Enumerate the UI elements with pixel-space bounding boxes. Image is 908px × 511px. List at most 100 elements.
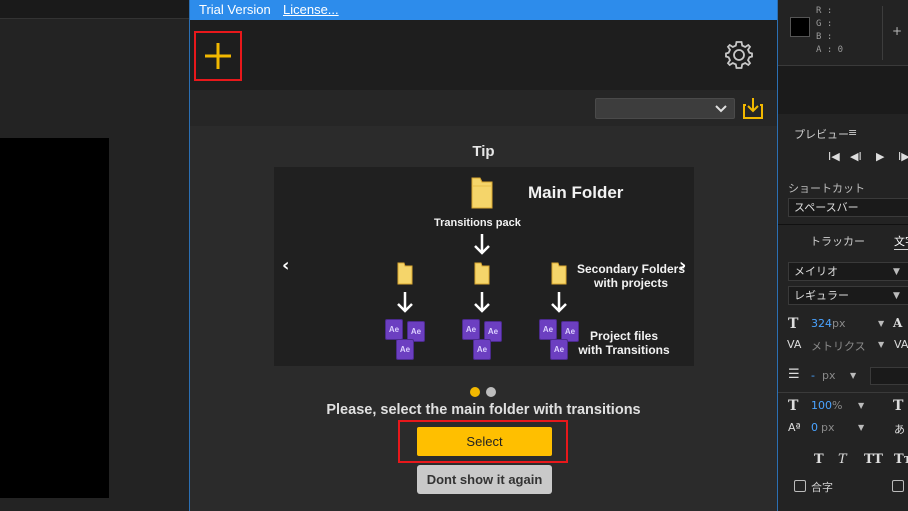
tip-title: Tip: [472, 143, 495, 160]
kerning-value[interactable]: メトリクス: [811, 338, 866, 354]
panel-menu-icon[interactable]: ≡: [848, 126, 857, 139]
empty-panel: [778, 66, 908, 114]
play-button[interactable]: ▶: [876, 150, 884, 163]
font-style-dropdown[interactable]: レギュラー ▼: [788, 286, 908, 305]
faux-italic-button[interactable]: T: [838, 452, 847, 467]
baseline-shift-icon: Aª: [788, 421, 801, 434]
ae-project-stack: Ae Ae Ae: [385, 319, 429, 363]
right-panels: R : G : B : A : 0 + プレビュー ≡ I◀ ◀I ▶ I▶ シ…: [778, 0, 908, 511]
divider: [778, 224, 908, 225]
tab-tracker[interactable]: トラッカー: [810, 233, 865, 249]
divider: [882, 6, 883, 60]
all-caps-button[interactable]: TT: [864, 452, 883, 467]
chevron-down-icon: ▼: [893, 267, 900, 277]
vertical-scale-icon: T: [788, 398, 799, 414]
leading-icon: A: [893, 316, 903, 330]
chevron-down-icon: ▼: [878, 340, 885, 349]
project-files-label: Project files with Transitions: [574, 329, 674, 357]
previous-frame-button[interactable]: ◀I: [850, 150, 862, 163]
tab-character[interactable]: 文字: [894, 233, 908, 250]
font-style-value: レギュラー: [794, 289, 849, 302]
trial-version-label[interactable]: Trial Version: [199, 2, 271, 17]
info-plus: +: [892, 24, 903, 38]
shortcut-dropdown[interactable]: スペースバー: [788, 198, 908, 217]
license-link[interactable]: License...: [283, 2, 339, 17]
folder-icon: [397, 262, 413, 285]
arrow-down-icon: [474, 292, 490, 313]
next-frame-button[interactable]: I▶: [898, 150, 908, 163]
plugin-toolbar: [190, 90, 777, 126]
chevron-down-icon: ▼: [878, 319, 885, 328]
chevron-down-icon: ▼: [893, 291, 900, 301]
project-line1: Project files: [589, 329, 659, 343]
stroke-style-dropdown[interactable]: [870, 367, 908, 385]
text-style-buttons: T T TT Tт: [814, 452, 908, 470]
preview-panel-title: プレビュー: [794, 128, 849, 141]
carousel-dot-active[interactable]: [470, 387, 480, 397]
main-folder-label: Main Folder: [528, 183, 624, 202]
kerning-icon: VA: [787, 338, 802, 351]
faux-bold-button[interactable]: T: [814, 452, 824, 467]
carousel-dot[interactable]: [486, 387, 496, 397]
tip-slide: Main Folder Transitions pack Secondary F…: [274, 167, 694, 366]
tip-section: Tip Main Folder Transitions pack Seconda…: [190, 126, 777, 511]
vertical-scale-value[interactable]: 100: [811, 399, 832, 412]
folder-icon: [474, 262, 490, 285]
baseline-shift-value[interactable]: 0: [811, 421, 818, 434]
arrow-down-icon: [474, 234, 490, 255]
plugin-header: [190, 20, 777, 90]
import-button[interactable]: [742, 96, 764, 120]
dont-show-again-button[interactable]: Dont show it again: [417, 465, 552, 494]
import-icon: [743, 98, 763, 119]
horizontal-scale-icon: T: [893, 398, 904, 414]
add-folder-button[interactable]: [194, 31, 242, 81]
panel-tabs: トラッカー 文字: [778, 228, 908, 254]
info-r: R :: [816, 6, 833, 16]
next-slide-button[interactable]: ›: [679, 255, 686, 276]
font-size-value[interactable]: 324: [811, 317, 832, 330]
tracking-icon: VA: [894, 338, 908, 351]
info-b: B :: [816, 32, 833, 42]
chevron-down-icon: ▼: [850, 371, 857, 380]
info-panel: R : G : B : A : 0 +: [778, 0, 908, 66]
secondary-line1: Secondary Folders: [576, 262, 686, 276]
select-button[interactable]: Select: [417, 427, 552, 456]
ae-file-icon: Ae: [396, 339, 414, 360]
stroke-width-icon: ☰: [788, 367, 800, 382]
hindi-digits-checkbox[interactable]: [892, 480, 904, 492]
divider: [0, 18, 189, 19]
playback-controls: I◀ ◀I ▶ I▶: [828, 150, 908, 166]
settings-button[interactable]: [723, 39, 755, 71]
small-caps-button[interactable]: Tт: [894, 452, 908, 467]
font-family-dropdown[interactable]: メイリオ ▼: [788, 262, 908, 281]
plus-icon: [205, 43, 231, 69]
first-frame-button[interactable]: I◀: [828, 150, 840, 163]
chevron-down-icon: [715, 105, 727, 113]
info-g: G :: [816, 19, 833, 29]
screen: Trial Version License... Tip Main Folder…: [0, 0, 908, 511]
stroke-width-value[interactable]: -: [811, 369, 815, 382]
tsume-icon: あ: [894, 423, 905, 436]
chevron-down-icon: ▼: [858, 401, 865, 410]
project-line2: with Transitions: [578, 343, 670, 357]
divider: [778, 392, 908, 393]
font-family-value: メイリオ: [794, 265, 838, 278]
font-size-icon: T: [788, 316, 799, 332]
secondary-line2: with projects: [593, 276, 668, 290]
carousel-dots: [470, 387, 500, 397]
previous-slide-button[interactable]: ‹: [282, 255, 289, 276]
transitions-plugin-panel: Trial Version License... Tip Main Folder…: [189, 0, 778, 511]
ae-file-icon: Ae: [550, 339, 568, 360]
ligatures-checkbox[interactable]: [794, 480, 806, 492]
secondary-folders-label: Secondary Folders with projects: [566, 262, 696, 290]
chevron-down-icon: ▼: [858, 423, 865, 432]
folder-icon: [551, 262, 567, 285]
ae-project-stack: Ae Ae Ae: [462, 319, 506, 363]
font-size-unit: px: [832, 317, 846, 330]
baseline-shift-unit: px: [821, 421, 835, 434]
color-swatch: [790, 17, 810, 37]
shortcut-label: ショートカット: [788, 182, 865, 195]
folder-icon: [471, 177, 493, 209]
composition-viewer[interactable]: [0, 138, 109, 498]
folder-dropdown[interactable]: [595, 98, 735, 119]
